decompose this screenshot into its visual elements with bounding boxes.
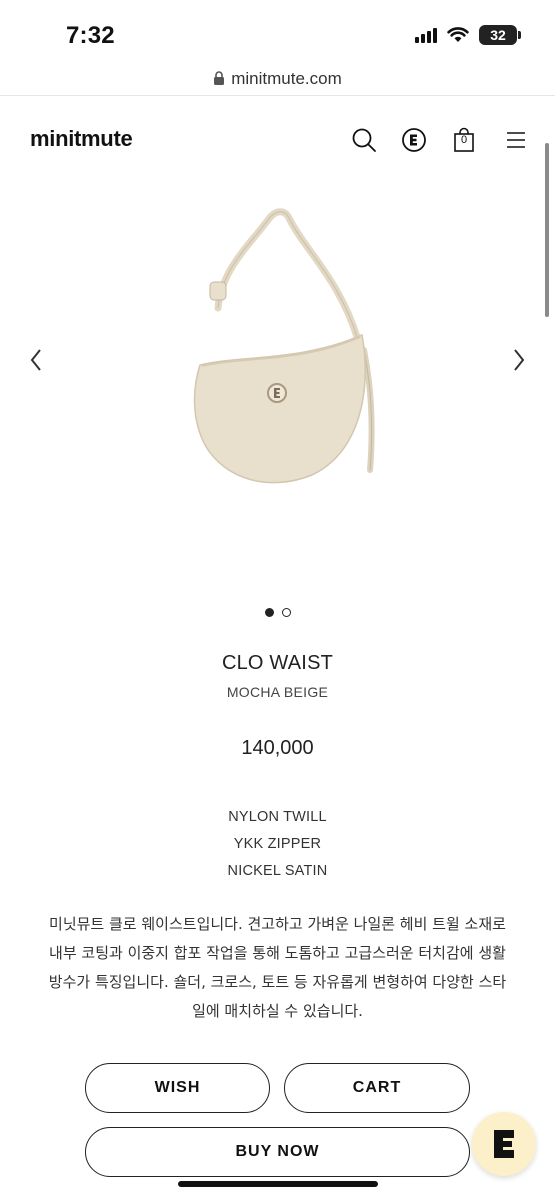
chevron-left-icon[interactable] <box>24 345 48 375</box>
url-text: minitmute.com <box>231 68 342 88</box>
cellular-signal-icon <box>415 27 437 43</box>
wish-button[interactable]: WISH <box>85 1063 270 1113</box>
lock-icon <box>214 71 225 85</box>
browser-url-bar[interactable]: minitmute.com <box>0 62 555 96</box>
status-time: 7:32 <box>66 22 115 49</box>
status-icons: 32 <box>415 25 521 45</box>
spec-item: YKK ZIPPER <box>233 836 322 852</box>
product-image-gallery[interactable] <box>0 180 555 600</box>
home-indicator <box>178 1181 378 1187</box>
shopping-bag-icon[interactable]: 0 <box>450 126 478 154</box>
battery-indicator: 32 <box>479 25 521 45</box>
spec-item: NYLON TWILL <box>228 809 327 825</box>
status-bar: 7:32 32 <box>0 0 555 62</box>
gallery-dot-2[interactable] <box>281 608 291 617</box>
site-logo[interactable]: minitmute <box>30 126 133 152</box>
product-description: 미닛뮤트 클로 웨이스트입니다. 견고하고 가벼운 나일론 헤비 트윌 소재로 … <box>48 915 507 1020</box>
gallery-dot-1[interactable] <box>264 608 274 617</box>
gallery-pagination <box>0 608 555 617</box>
search-icon[interactable] <box>350 126 378 154</box>
e-logo-icon[interactable] <box>400 126 428 154</box>
wifi-icon <box>447 27 469 42</box>
product-name: CLO WAIST <box>221 652 334 674</box>
hamburger-menu-icon[interactable] <box>502 126 530 154</box>
spec-item: NICKEL SATIN <box>227 863 328 879</box>
product-specs: NYLON TWILL YKK ZIPPER NICKEL SATIN <box>0 807 555 888</box>
buy-now-button[interactable]: BUY NOW <box>85 1127 470 1177</box>
product-image <box>150 190 410 510</box>
product-price: 140,000 <box>241 737 314 759</box>
site-header: minitmute 0 <box>0 110 555 170</box>
chevron-right-icon[interactable] <box>507 345 531 375</box>
e-chat-icon[interactable] <box>472 1112 536 1176</box>
add-to-cart-button[interactable]: CART <box>284 1063 470 1113</box>
cart-count: 0 <box>460 134 468 146</box>
product-color: MOCHA BEIGE <box>226 684 329 700</box>
